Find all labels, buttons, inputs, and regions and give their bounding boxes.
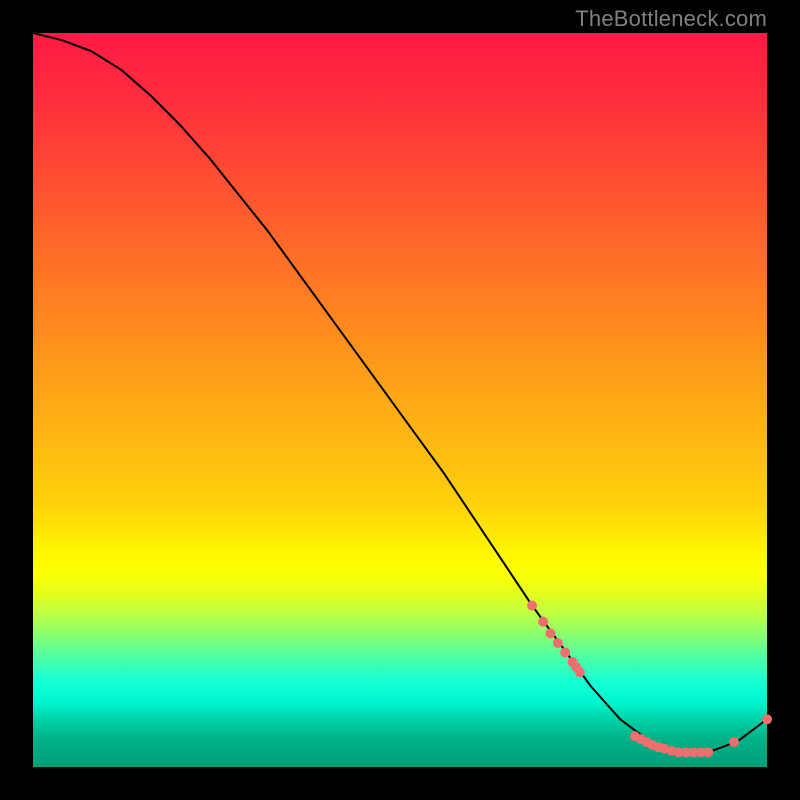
bottleneck-curve (33, 33, 767, 752)
data-marker (545, 628, 555, 638)
data-marker (762, 714, 772, 724)
data-marker (527, 601, 537, 611)
data-marker (553, 638, 563, 648)
data-marker (560, 648, 570, 658)
watermark-text: TheBottleneck.com (575, 6, 767, 32)
chart-svg (33, 33, 767, 767)
plot-area (33, 33, 767, 767)
data-marker (575, 667, 585, 677)
data-marker (703, 747, 713, 757)
data-marker (729, 737, 739, 747)
chart-frame: TheBottleneck.com (0, 0, 800, 800)
data-marker (538, 617, 548, 627)
data-markers (527, 601, 772, 758)
